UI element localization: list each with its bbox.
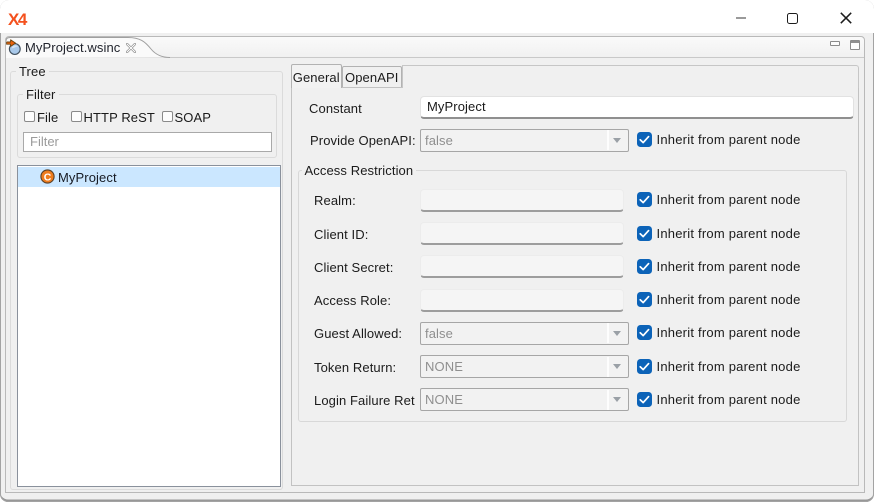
svg-text:C: C (43, 172, 51, 184)
